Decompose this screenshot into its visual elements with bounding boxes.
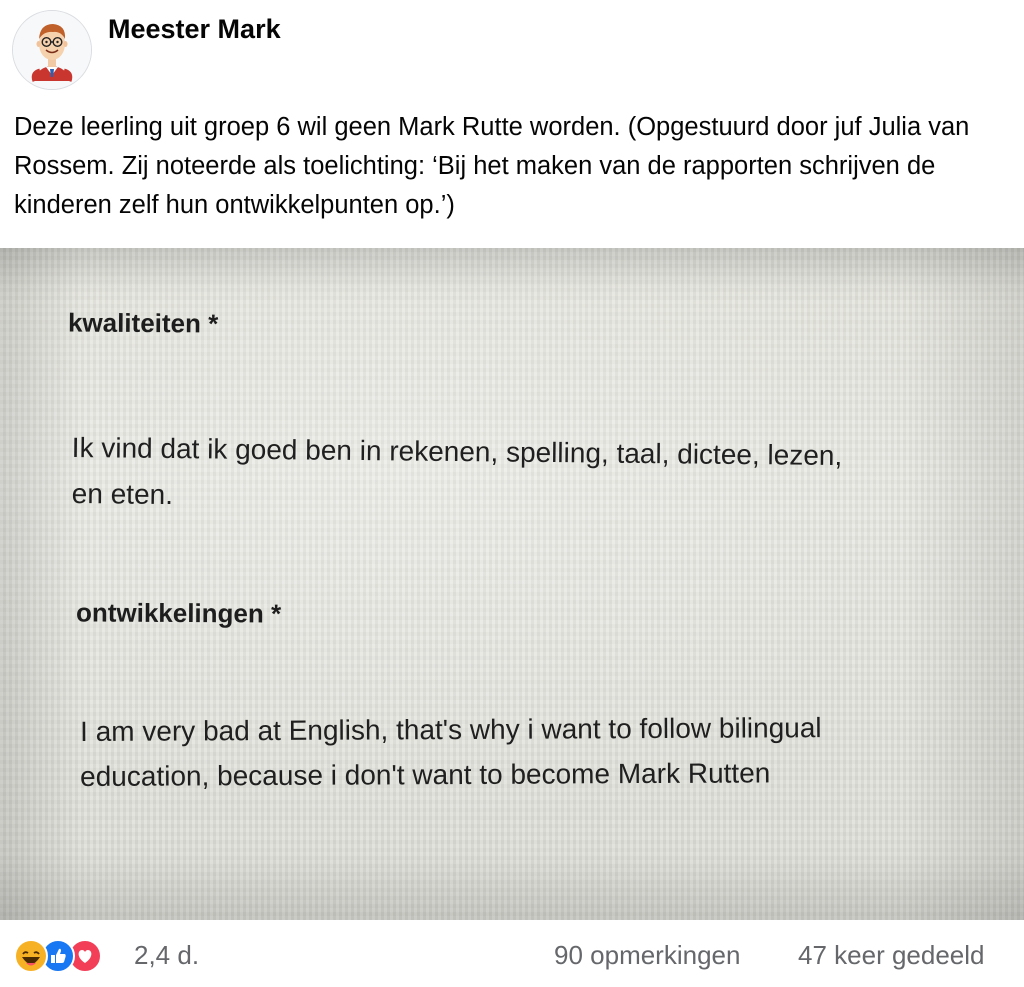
section-label-ontwikkelingen: ontwikkelingen * bbox=[75, 597, 282, 629]
post-photo[interactable]: kwaliteiten * Ik vind dat ik goed ben in… bbox=[0, 248, 1024, 920]
post-time[interactable]: 2,4 d. bbox=[134, 940, 199, 971]
section-text-kwaliteiten-line1: Ik vind dat ik goed ben in rekenen, spel… bbox=[71, 431, 843, 472]
section-text-ontwikkelingen-line1: I am very bad at English, that's why i w… bbox=[80, 712, 822, 747]
shares-count[interactable]: 47 keer gedeeld bbox=[798, 940, 984, 971]
section-label-kwaliteiten: kwaliteiten * bbox=[67, 307, 219, 339]
section-text-kwaliteiten-line2: en eten. bbox=[71, 477, 174, 511]
haha-icon bbox=[14, 939, 48, 973]
section-text-ontwikkelingen-line2: education, because i don't want to becom… bbox=[80, 757, 771, 792]
avatar-cartoon-icon bbox=[13, 11, 91, 89]
post-footer: 2,4 d. 90 opmerkingen 47 keer gedeeld bbox=[0, 920, 1024, 987]
post-header: Meester Mark bbox=[0, 0, 1024, 100]
photo-vignette bbox=[0, 248, 1024, 920]
author-name[interactable]: Meester Mark bbox=[108, 14, 281, 45]
post-text: Deze leerling uit groep 6 wil geen Mark … bbox=[14, 113, 970, 219]
comments-count[interactable]: 90 opmerkingen bbox=[554, 940, 740, 971]
author-avatar[interactable] bbox=[12, 10, 92, 90]
